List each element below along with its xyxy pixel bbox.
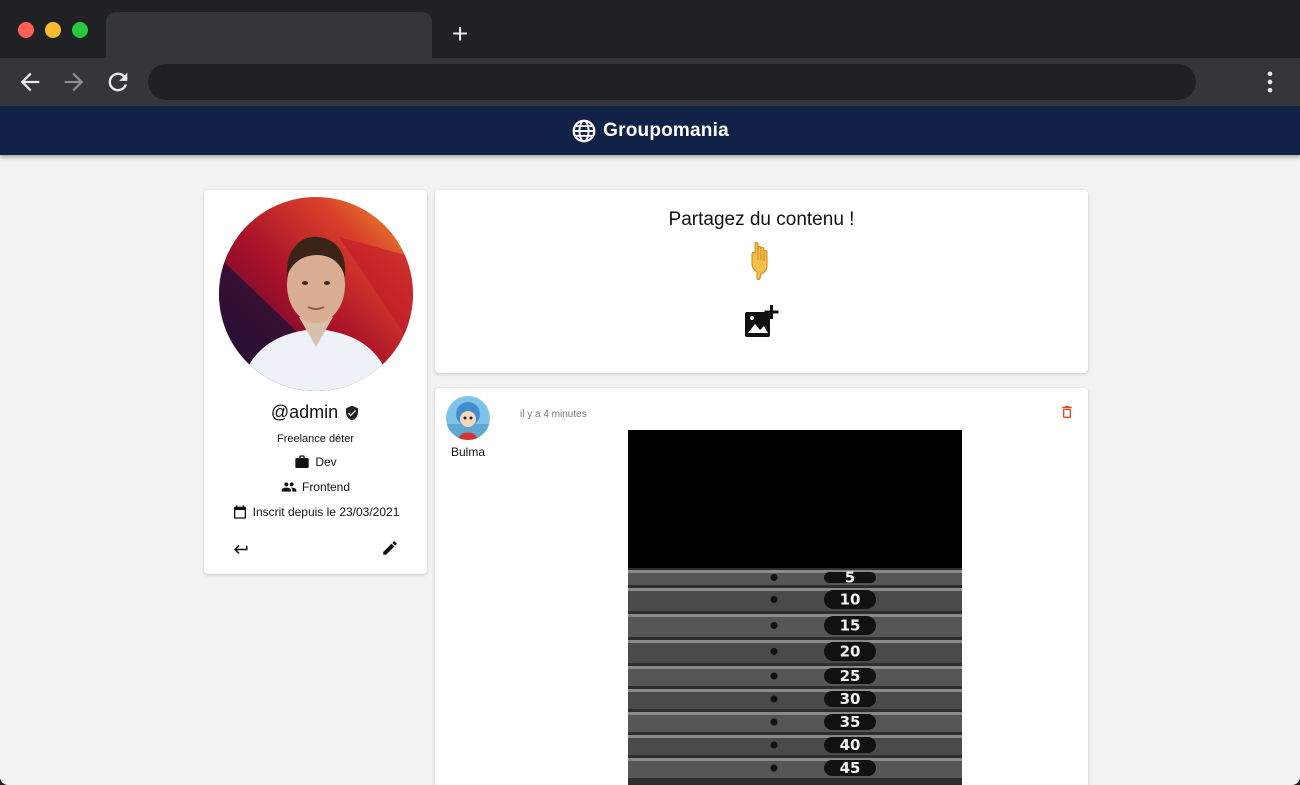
pin-hole xyxy=(770,574,778,581)
brand-name: Groupomania xyxy=(603,119,729,141)
reload-icon xyxy=(108,72,128,92)
pin-hole xyxy=(770,596,778,603)
weight-label: 15 xyxy=(840,617,861,635)
weight-label: 30 xyxy=(840,690,861,708)
weight-label: 25 xyxy=(840,667,861,685)
post-card: Bulma il y a 4 minutes 5 10 15 20 25 30 35 40 45 xyxy=(435,388,1088,785)
profile-job-label: Dev xyxy=(315,455,337,469)
reload-button[interactable] xyxy=(104,68,132,96)
post-author-name[interactable]: Bulma xyxy=(435,445,501,459)
weight-plate xyxy=(628,588,962,611)
pin-hole xyxy=(770,764,778,772)
post-author-avatar[interactable] xyxy=(446,396,490,440)
browser-menu-button[interactable] xyxy=(1256,68,1284,96)
back-button[interactable] xyxy=(16,68,44,96)
browser-tab-strip: + xyxy=(0,0,1300,58)
logout-button[interactable] xyxy=(228,536,252,560)
weight-label: 20 xyxy=(840,643,861,661)
pin-hole xyxy=(770,718,778,726)
profile-member-since: Inscrit depuis le 23/03/2021 xyxy=(204,504,427,520)
weight-plate xyxy=(628,614,962,637)
pin-hole xyxy=(770,695,778,703)
pin-hole xyxy=(770,672,778,680)
add-photo-icon xyxy=(745,305,779,337)
brand-logo[interactable]: Groupomania xyxy=(0,106,1300,155)
pin-hole xyxy=(770,648,778,655)
profile-member-since-label: Inscrit depuis le 23/03/2021 xyxy=(252,505,400,519)
group-icon xyxy=(281,482,297,492)
post-image[interactable]: 5 10 15 20 25 30 35 40 45 xyxy=(628,430,962,785)
pin-hole xyxy=(770,741,778,749)
delete-post-button[interactable] xyxy=(1057,402,1077,422)
calendar-icon xyxy=(233,505,246,519)
profile-team: Frontend xyxy=(204,479,427,495)
profile-title: Freelance déter xyxy=(276,433,355,445)
browser-tab[interactable] xyxy=(106,12,432,58)
browser-toolbar xyxy=(0,58,1300,106)
profile-job: Dev xyxy=(204,454,427,470)
weight-label: 10 xyxy=(840,591,861,609)
web-page: Groupomania @admin Freelance déter Dev F… xyxy=(0,106,1300,785)
add-photo-button[interactable] xyxy=(742,302,782,342)
share-card: Partagez du contenu ! xyxy=(435,190,1088,373)
arrow-left-icon xyxy=(20,72,40,92)
weight-label: 5 xyxy=(845,569,855,587)
share-title: Partagez du contenu ! xyxy=(668,209,855,230)
new-tab-button[interactable]: + xyxy=(446,20,474,48)
pointing-down-hand-icon xyxy=(745,240,779,280)
return-arrow-icon xyxy=(234,545,248,554)
briefcase-icon xyxy=(295,455,309,468)
profile-username-row: @admin xyxy=(204,402,427,423)
trash-icon xyxy=(1062,406,1072,418)
app-navbar: Groupomania xyxy=(0,106,1300,155)
profile-card: @admin Freelance déter Dev Frontend Insc… xyxy=(204,190,427,574)
profile-avatar xyxy=(219,197,413,391)
pencil-icon xyxy=(383,541,397,555)
weight-label: 40 xyxy=(840,736,861,754)
edit-profile-button[interactable] xyxy=(378,536,402,560)
maximize-window-button[interactable] xyxy=(72,22,88,38)
kebab-menu-icon xyxy=(1267,71,1273,93)
weight-plate xyxy=(628,640,962,663)
weight-label: 45 xyxy=(840,759,861,777)
profile-team-label: Frontend xyxy=(301,480,351,494)
post-timestamp: il y a 4 minutes xyxy=(520,409,587,420)
address-bar[interactable] xyxy=(148,64,1196,100)
pin-hole xyxy=(770,622,778,629)
weight-label: 35 xyxy=(840,713,861,731)
globe-icon xyxy=(572,119,596,142)
arrow-right-icon xyxy=(64,72,84,92)
minimize-window-button[interactable] xyxy=(45,22,61,38)
forward-button[interactable] xyxy=(60,68,88,96)
verified-shield-icon xyxy=(344,404,360,422)
profile-username: @admin xyxy=(270,402,339,422)
close-window-button[interactable] xyxy=(18,22,34,38)
